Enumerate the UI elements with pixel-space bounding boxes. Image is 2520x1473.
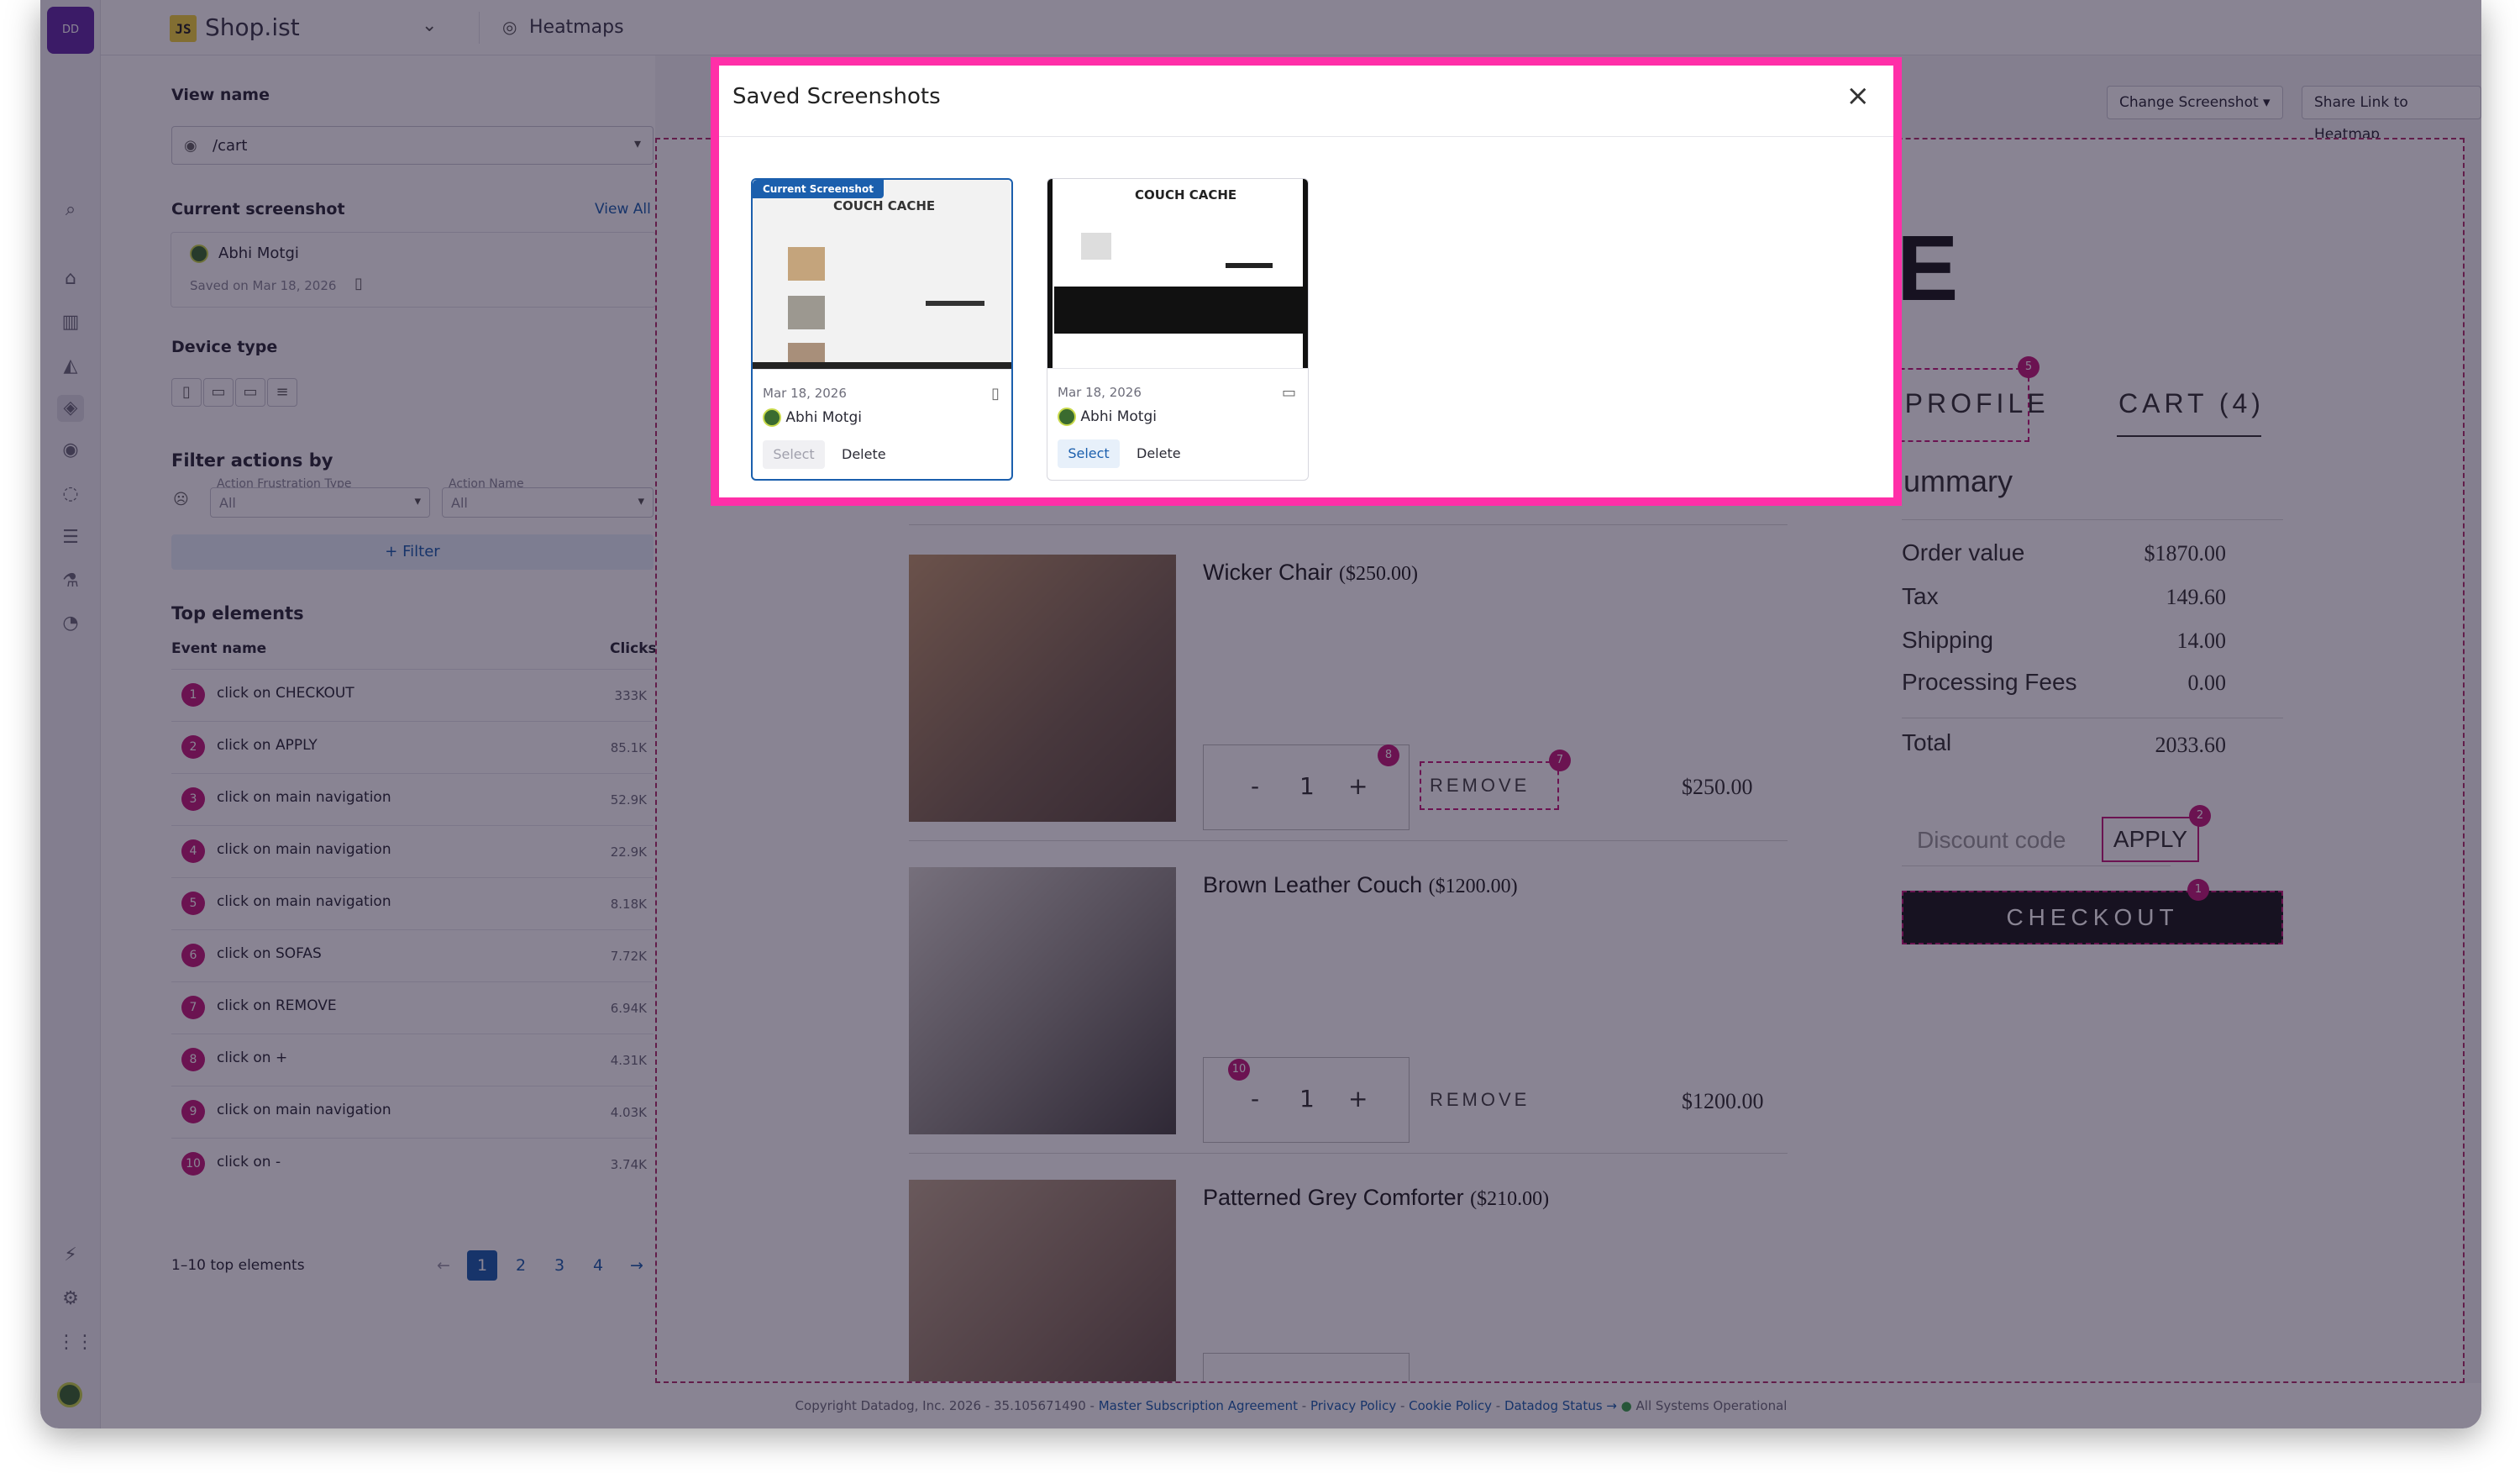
thumbnail-footer: [1054, 287, 1303, 334]
divider: [719, 136, 1893, 137]
thumbnail-image: [1081, 233, 1111, 260]
delete-button[interactable]: Delete: [837, 440, 891, 469]
app-window: DD ⌕ ⌂ ▥ ◭ ◈ ◉ ◌ ☰ ⚗ ◔ ⚡ ⚙ ⋮⋮ JS Shop.is…: [40, 0, 2481, 1428]
screenshot-date: Mar 18, 2026: [763, 386, 847, 401]
close-icon[interactable]: ×: [1846, 79, 1871, 113]
screenshot-card[interactable]: COUCH CACHE Current Screenshot Mar 18, 2…: [751, 178, 1013, 481]
modal-title: Saved Screenshots: [732, 84, 941, 109]
thumbnail-title: COUCH CACHE: [833, 198, 936, 213]
thumbnail-image: [788, 247, 825, 281]
screenshot-user: Abhi Motgi: [1058, 408, 1157, 426]
select-button-disabled: Select: [763, 440, 825, 469]
thumbnail-page: [1047, 179, 1308, 368]
screenshot-card[interactable]: COUCH CACHE Mar 18, 2026 ▭ Abhi Motgi Se…: [1047, 178, 1309, 481]
screenshot-thumbnail: COUCH CACHE Current Screenshot: [753, 180, 1011, 370]
user-name: Abhi Motgi: [785, 409, 862, 426]
avatar: [763, 408, 781, 427]
current-screenshot-badge: Current Screenshot: [753, 180, 884, 198]
thumbnail-title: COUCH CACHE: [1135, 187, 1237, 203]
thumbnail-edge: [1303, 179, 1308, 368]
thumbnail-footer: [753, 362, 1011, 369]
delete-button[interactable]: Delete: [1131, 439, 1186, 468]
select-button[interactable]: Select: [1058, 439, 1120, 468]
thumbnail-button: [1226, 263, 1273, 268]
thumbnail-edge: [1047, 179, 1053, 368]
user-name: Abhi Motgi: [1080, 408, 1157, 425]
avatar: [1058, 408, 1076, 426]
screenshot-user: Abhi Motgi: [763, 408, 862, 427]
saved-screenshots-modal: Saved Screenshots × COUCH CACHE Current …: [711, 57, 1902, 506]
desktop-icon: ▭: [1281, 384, 1296, 402]
screenshot-date: Mar 18, 2026: [1058, 385, 1142, 400]
screenshot-thumbnail: COUCH CACHE: [1047, 179, 1308, 369]
thumbnail-button: [926, 301, 984, 306]
thumbnail-image: [788, 296, 825, 329]
tablet-icon: ▯: [991, 385, 1000, 402]
